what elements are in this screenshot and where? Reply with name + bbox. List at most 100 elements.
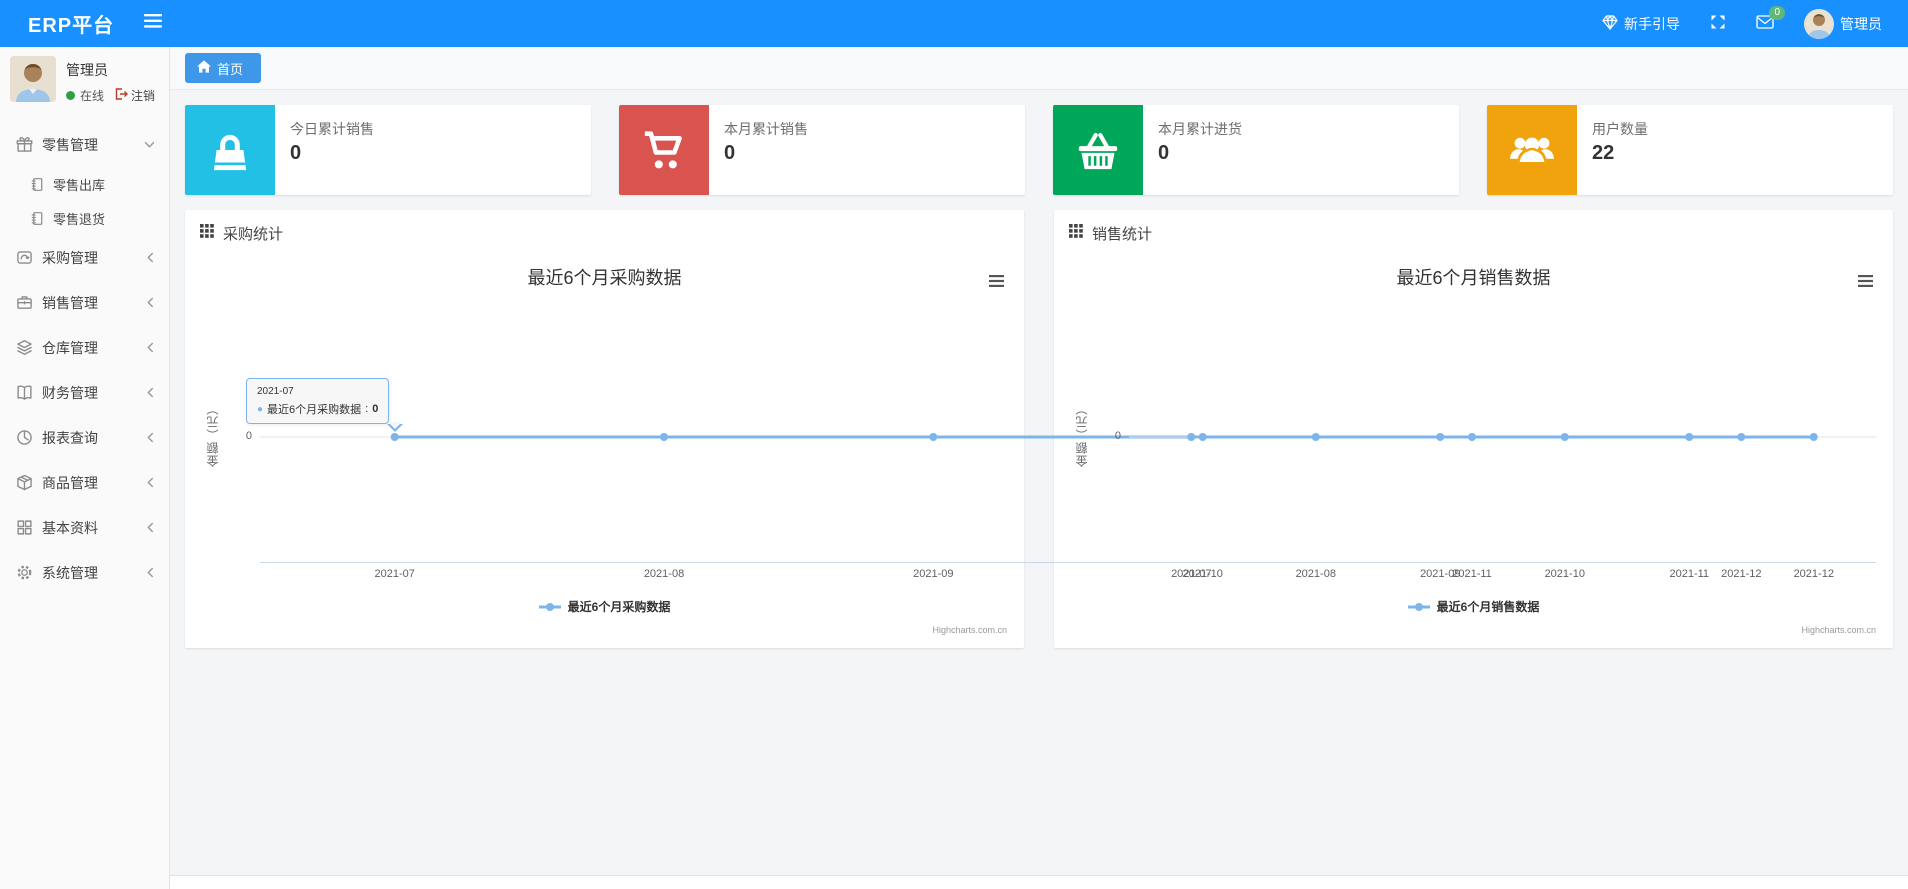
chart-tooltip: 2021-07 ● 最近6个月采购数据: 0 bbox=[246, 378, 390, 424]
messages-button[interactable]: 0 bbox=[1756, 6, 1785, 32]
stat-card-text: 用户数量 22 bbox=[1577, 105, 1648, 195]
chevron-left-icon bbox=[146, 477, 155, 488]
sidebar-subitem-retail-return[interactable]: 零售退货 bbox=[0, 201, 169, 235]
x-axis-label: 2021-08 bbox=[1295, 568, 1336, 580]
charts-row: 采购统计 最近6个月采购数据 金额（元） 0 2021-07 2021-08 2021-09… bbox=[185, 210, 1893, 648]
notebook-icon bbox=[30, 177, 45, 192]
sidebar-item-purchase[interactable]: 采购管理 bbox=[0, 235, 169, 280]
breadcrumb: 首页 bbox=[170, 47, 1908, 90]
sidebar-item-label: 基本资料 bbox=[42, 519, 98, 536]
layers-icon bbox=[16, 339, 33, 356]
chevron-left-icon bbox=[146, 342, 155, 353]
stat-card-text: 本月累计销售 0 bbox=[709, 105, 808, 195]
sidebar-menu: 零售管理零售出库零售退货采购管理销售管理仓库管理财务管理报表查询商品管理基本资料… bbox=[0, 122, 169, 595]
logout-link[interactable]: 注销 bbox=[115, 87, 155, 104]
stat-cards-row: 今日累计销售 0 本月累计销售 0 本月累计进货 0 用户数量 22 bbox=[185, 105, 1893, 195]
sidebar-item-finance[interactable]: 财务管理 bbox=[0, 370, 169, 415]
th-grid-icon bbox=[200, 224, 214, 242]
data-point[interactable] bbox=[390, 433, 399, 441]
online-status-label: 在线 bbox=[80, 89, 105, 103]
gem-icon bbox=[1602, 14, 1618, 33]
chevron-down-icon bbox=[144, 140, 155, 149]
data-point[interactable] bbox=[1560, 433, 1569, 441]
online-status-dot bbox=[66, 91, 75, 100]
x-axis-label: 2021-09 bbox=[913, 568, 954, 580]
stat-card-label: 本月累计销售 bbox=[724, 121, 808, 137]
sidebar-subitem-label: 零售退货 bbox=[53, 211, 106, 227]
sidebar-item-retail[interactable]: 零售管理 bbox=[0, 122, 169, 167]
data-point[interactable] bbox=[1809, 433, 1818, 441]
stat-card-value: 0 bbox=[724, 142, 736, 164]
username-label: 管理员 bbox=[1840, 15, 1882, 32]
x-axis-label: 2021-08 bbox=[643, 568, 685, 580]
hamburger-icon bbox=[144, 14, 163, 33]
sidebar-item-label: 财务管理 bbox=[42, 384, 98, 401]
sidebar-item-label: 采购管理 bbox=[42, 249, 98, 266]
sidebar-item-basic-data[interactable]: 基本资料 bbox=[0, 505, 169, 550]
sidebar-item-goods[interactable]: 商品管理 bbox=[0, 460, 169, 505]
data-point[interactable] bbox=[660, 433, 668, 441]
sidebar-item-label: 报表查询 bbox=[42, 429, 98, 446]
panel-header: 销售统计 bbox=[1054, 210, 1893, 256]
open-book-icon bbox=[16, 384, 33, 401]
sidebar-item-label: 销售管理 bbox=[42, 294, 98, 311]
tab-home[interactable]: 首页 bbox=[185, 53, 262, 83]
basket-icon bbox=[1053, 105, 1143, 195]
chevron-left-icon bbox=[146, 252, 155, 263]
stat-card-text: 本月累计进货 0 bbox=[1143, 105, 1242, 195]
data-point[interactable] bbox=[1685, 433, 1694, 441]
stat-card-label: 本月累计进货 bbox=[1158, 121, 1242, 137]
panel-header: 采购统计 bbox=[185, 210, 1024, 256]
sidebar-subitem-retail-outbound[interactable]: 零售出库 bbox=[0, 167, 169, 201]
tooltip-separator: : bbox=[365, 403, 369, 415]
sidebar-item-label: 系统管理 bbox=[42, 564, 98, 581]
sidebar: 管理员 在线 注销 零售管理零售出库零售退货采购管理销售管理仓库管理财务管理报表… bbox=[0, 47, 170, 889]
x-axis-label: 2021-07 bbox=[1171, 568, 1212, 580]
tab-home-label: 首页 bbox=[217, 61, 244, 77]
gift-icon bbox=[16, 136, 33, 153]
data-point[interactable] bbox=[1436, 433, 1445, 441]
chart-legend-item[interactable]: 最近6个月采购数据 bbox=[200, 598, 1009, 615]
th-grid-icon bbox=[1069, 224, 1083, 242]
cart-icon bbox=[619, 105, 709, 195]
stat-card-month-purchase: 本月累计进货 0 bbox=[1053, 105, 1459, 195]
sidebar-item-label: 零售管理 bbox=[42, 136, 98, 153]
data-point[interactable] bbox=[1311, 433, 1320, 441]
guide-link[interactable]: 新手引导 bbox=[1602, 14, 1680, 34]
chevron-left-icon bbox=[146, 387, 155, 398]
guide-label: 新手引导 bbox=[1624, 15, 1680, 32]
x-axis-label: 2021-07 bbox=[374, 568, 415, 580]
x-axis-label: 2021-10 bbox=[1544, 568, 1585, 580]
sidebar-item-sales[interactable]: 销售管理 bbox=[0, 280, 169, 325]
tooltip-arrow-fill bbox=[387, 422, 402, 429]
sidebar-item-system[interactable]: 系统管理 bbox=[0, 550, 169, 595]
panel-purchase-stats: 采购统计 最近6个月采购数据 金额（元） 0 2021-07 2021-08 2021-09… bbox=[185, 210, 1876, 648]
fullscreen-button[interactable] bbox=[1710, 14, 1726, 33]
sidebar-username: 管理员 bbox=[66, 62, 108, 78]
message-count-badge: 0 bbox=[1769, 6, 1785, 20]
stat-card-label: 用户数量 bbox=[1592, 121, 1648, 137]
stat-card-value: 0 bbox=[1158, 142, 1170, 164]
top-navbar: ERP平台 新手引导 0 管理员 bbox=[0, 0, 1908, 47]
sidebar-item-reports[interactable]: 报表查询 bbox=[0, 415, 169, 460]
data-point[interactable] bbox=[929, 433, 938, 441]
data-point[interactable] bbox=[1187, 433, 1196, 441]
user-menu[interactable]: 管理员 bbox=[1804, 8, 1882, 39]
chart-legend-item[interactable]: 最近6个月销售数据 bbox=[1069, 598, 1878, 615]
package-icon bbox=[16, 474, 33, 491]
sidebar-item-warehouse[interactable]: 仓库管理 bbox=[0, 325, 169, 370]
logout-label: 注销 bbox=[131, 89, 156, 103]
grid-icon bbox=[16, 519, 33, 536]
highcharts-credit[interactable]: Highcharts.com.cn bbox=[1801, 625, 1876, 635]
tooltip-series-dot: ● bbox=[257, 403, 264, 415]
sidebar-item-label: 仓库管理 bbox=[42, 339, 98, 356]
stat-card-value: 22 bbox=[1592, 142, 1615, 164]
navbar-right: 新手引导 0 管理员 bbox=[1602, 6, 1882, 39]
highcharts-credit[interactable]: Highcharts.com.cn bbox=[932, 625, 1007, 635]
sidebar-toggle-button[interactable] bbox=[144, 14, 163, 33]
stat-card-month-sales: 本月累计销售 0 bbox=[619, 105, 1025, 195]
x-axis-label: 2021-12 bbox=[1793, 568, 1834, 580]
chevron-left-icon bbox=[146, 567, 155, 578]
tooltip-category: 2021-07 bbox=[257, 386, 294, 397]
panel-title: 销售统计 bbox=[1092, 225, 1153, 243]
